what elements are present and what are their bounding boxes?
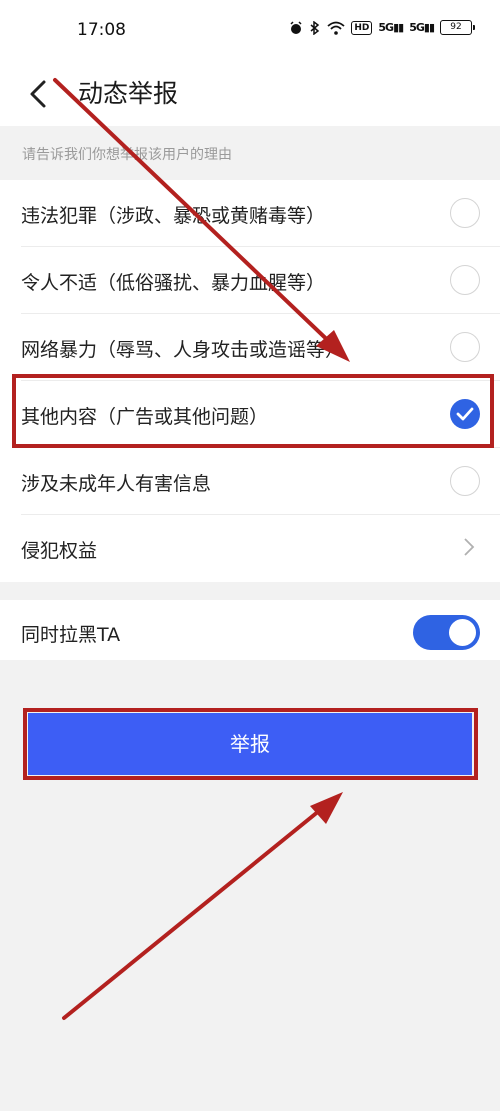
status-time: 17:08 xyxy=(77,20,126,40)
radio-button[interactable] xyxy=(450,265,480,295)
block-user-label: 同时拉黑TA xyxy=(21,624,121,646)
radio-button[interactable] xyxy=(450,332,480,362)
option-label: 违法犯罪（涉政、暴恐或黄赌毒等） xyxy=(21,205,326,227)
battery-icon: 92 xyxy=(440,20,475,35)
toggle-knob xyxy=(449,619,476,646)
reason-option-offensive[interactable]: 令人不适（低俗骚扰、暴力血腥等） xyxy=(0,247,500,314)
option-label: 网络暴力（辱骂、人身攻击或造谣等） xyxy=(21,339,345,361)
reason-option-minors[interactable]: 涉及未成年人有害信息 xyxy=(0,448,500,515)
chevron-right-icon xyxy=(464,538,475,556)
alarm-icon xyxy=(290,20,302,34)
bluetooth-icon xyxy=(310,20,320,35)
hd-badge: HD xyxy=(351,20,373,35)
checkmark-icon xyxy=(456,407,474,421)
header: 动态举报 xyxy=(0,62,500,126)
block-user-toggle[interactable] xyxy=(413,615,480,650)
report-submit-button[interactable]: 举报 xyxy=(28,713,472,775)
radio-button-checked[interactable] xyxy=(450,399,480,429)
reason-list: 违法犯罪（涉政、暴恐或黄赌毒等） 令人不适（低俗骚扰、暴力血腥等） 网络暴力（辱… xyxy=(0,180,500,582)
radio-button[interactable] xyxy=(450,198,480,228)
option-label: 令人不适（低俗骚扰、暴力血腥等） xyxy=(21,272,326,294)
option-label: 其他内容（广告或其他问题） xyxy=(21,406,269,428)
status-bar: 17:08 HD 5G▮▮ 5G▮▮ 92 xyxy=(0,0,500,62)
arrow-to-submit xyxy=(62,792,343,1020)
signal-icon-1: 5G▮▮ xyxy=(378,21,404,34)
reason-option-rights[interactable]: 侵犯权益 xyxy=(0,515,500,582)
option-label: 侵犯权益 xyxy=(21,540,98,562)
block-user-row: 同时拉黑TA xyxy=(0,600,500,660)
reason-option-other[interactable]: 其他内容（广告或其他问题） xyxy=(0,381,500,448)
reason-option-cyberbullying[interactable]: 网络暴力（辱骂、人身攻击或造谣等） xyxy=(0,314,500,381)
hint-text: 请告诉我们你想举报该用户的理由 xyxy=(22,147,232,163)
back-arrow-icon[interactable] xyxy=(22,74,58,114)
wifi-icon xyxy=(327,21,345,35)
hint-section: 请告诉我们你想举报该用户的理由 xyxy=(0,126,500,178)
option-label: 涉及未成年人有害信息 xyxy=(21,473,212,495)
signal-icon-2: 5G▮▮ xyxy=(409,21,435,34)
reason-option-illegal[interactable]: 违法犯罪（涉政、暴恐或黄赌毒等） xyxy=(0,180,500,247)
radio-button[interactable] xyxy=(450,466,480,496)
status-icons: HD 5G▮▮ 5G▮▮ 92 xyxy=(289,20,475,35)
page-title: 动态举报 xyxy=(78,79,179,108)
